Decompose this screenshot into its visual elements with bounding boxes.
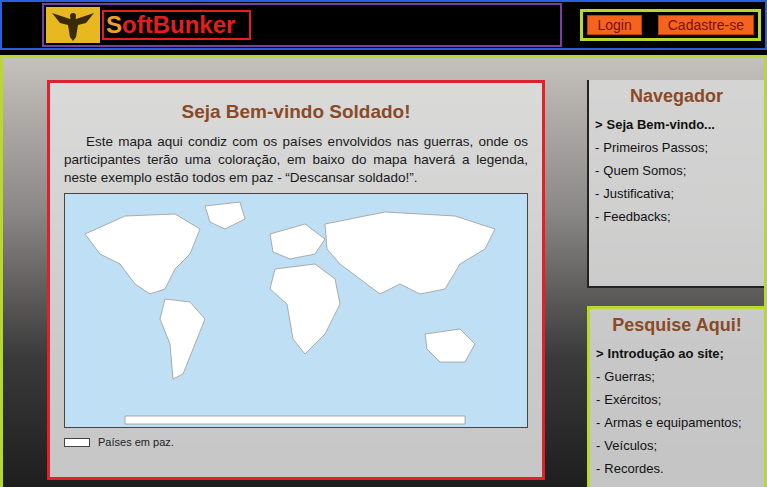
logo-text: SoftBunker — [102, 10, 251, 40]
search-item[interactable]: - Exércitos; — [596, 388, 758, 411]
search-item[interactable]: - Guerras; — [596, 365, 758, 388]
header: SoftBunker Login Cadastre-se — [0, 0, 767, 50]
country-shape[interactable] — [205, 202, 245, 229]
search-title: Pesquise Aqui! — [596, 315, 758, 336]
item-label: Exércitos; — [604, 388, 661, 411]
item-label: Justificativa; — [603, 182, 674, 205]
item-label: Introdução ao site; — [608, 342, 724, 365]
item-marker: > — [596, 342, 604, 365]
item-label: Primeiros Passos; — [603, 136, 708, 159]
search-item[interactable]: - Armas e equipamentos; — [596, 411, 758, 434]
welcome-title: Seja Bem-vindo Soldado! — [64, 101, 528, 123]
content: Seja Bem-vindo Soldado! Este mapa aqui c… — [0, 55, 767, 487]
country-shape[interactable] — [425, 329, 475, 362]
auth-buttons: Login Cadastre-se — [580, 9, 761, 41]
country-shape[interactable] — [125, 416, 465, 424]
navigator-item[interactable]: - Quem Somos; — [595, 159, 758, 182]
item-label: Guerras; — [604, 365, 655, 388]
page: SoftBunker Login Cadastre-se Seja Bem-vin… — [0, 0, 767, 487]
item-marker: - — [595, 136, 599, 159]
item-label: Recordes. — [604, 457, 663, 480]
country-shape[interactable] — [85, 214, 200, 294]
item-label: Seja Bem-vindo... — [607, 113, 715, 136]
welcome-panel: Seja Bem-vindo Soldado! Este mapa aqui c… — [47, 80, 545, 480]
item-marker: > — [595, 113, 603, 136]
item-marker: - — [595, 159, 599, 182]
country-shape[interactable] — [270, 224, 325, 259]
eagle-logo-icon — [46, 7, 100, 43]
country-shape[interactable] — [270, 264, 340, 354]
search-panel: Pesquise Aqui! > Introdução ao site;- Gu… — [587, 306, 764, 487]
navigator-item[interactable]: - Feedbacks; — [595, 205, 758, 228]
country-shape[interactable] — [325, 212, 495, 294]
item-marker: - — [596, 457, 600, 480]
navigator-item[interactable]: > Seja Bem-vindo... — [595, 113, 758, 136]
item-marker: - — [595, 205, 599, 228]
brand[interactable]: SoftBunker — [42, 3, 562, 47]
search-item[interactable]: - Veículos; — [596, 434, 758, 457]
item-marker: - — [595, 182, 599, 205]
item-label: Veículos; — [604, 434, 657, 457]
item-marker: - — [596, 411, 600, 434]
navigator-panel: Navegador > Seja Bem-vindo...- Primeiros… — [587, 80, 764, 288]
map-legend: Países em paz. — [64, 436, 528, 448]
world-map[interactable] — [64, 193, 528, 428]
legend-swatch — [64, 438, 90, 447]
header-button[interactable]: Cadastre-se — [658, 15, 754, 35]
navigator-item[interactable]: - Justificativa; — [595, 182, 758, 205]
item-label: Feedbacks; — [603, 205, 670, 228]
item-label: Armas e equipamentos; — [604, 411, 741, 434]
legend-label: Países em paz. — [98, 436, 174, 448]
welcome-text: Este mapa aqui condiz com os países envo… — [64, 133, 528, 187]
search-item[interactable]: - Recordes. — [596, 457, 758, 480]
item-label: Quem Somos; — [603, 159, 686, 182]
navigator-title: Navegador — [595, 86, 758, 107]
item-marker: - — [596, 365, 600, 388]
sidebar: Navegador > Seja Bem-vindo...- Primeiros… — [587, 80, 764, 487]
item-marker: - — [596, 388, 600, 411]
item-marker: - — [596, 434, 600, 457]
country-shape[interactable] — [160, 299, 205, 379]
header-button[interactable]: Login — [587, 15, 641, 35]
search-item[interactable]: > Introdução ao site; — [596, 342, 758, 365]
legend-item: Países em paz. — [64, 436, 174, 448]
navigator-item[interactable]: - Primeiros Passos; — [595, 136, 758, 159]
